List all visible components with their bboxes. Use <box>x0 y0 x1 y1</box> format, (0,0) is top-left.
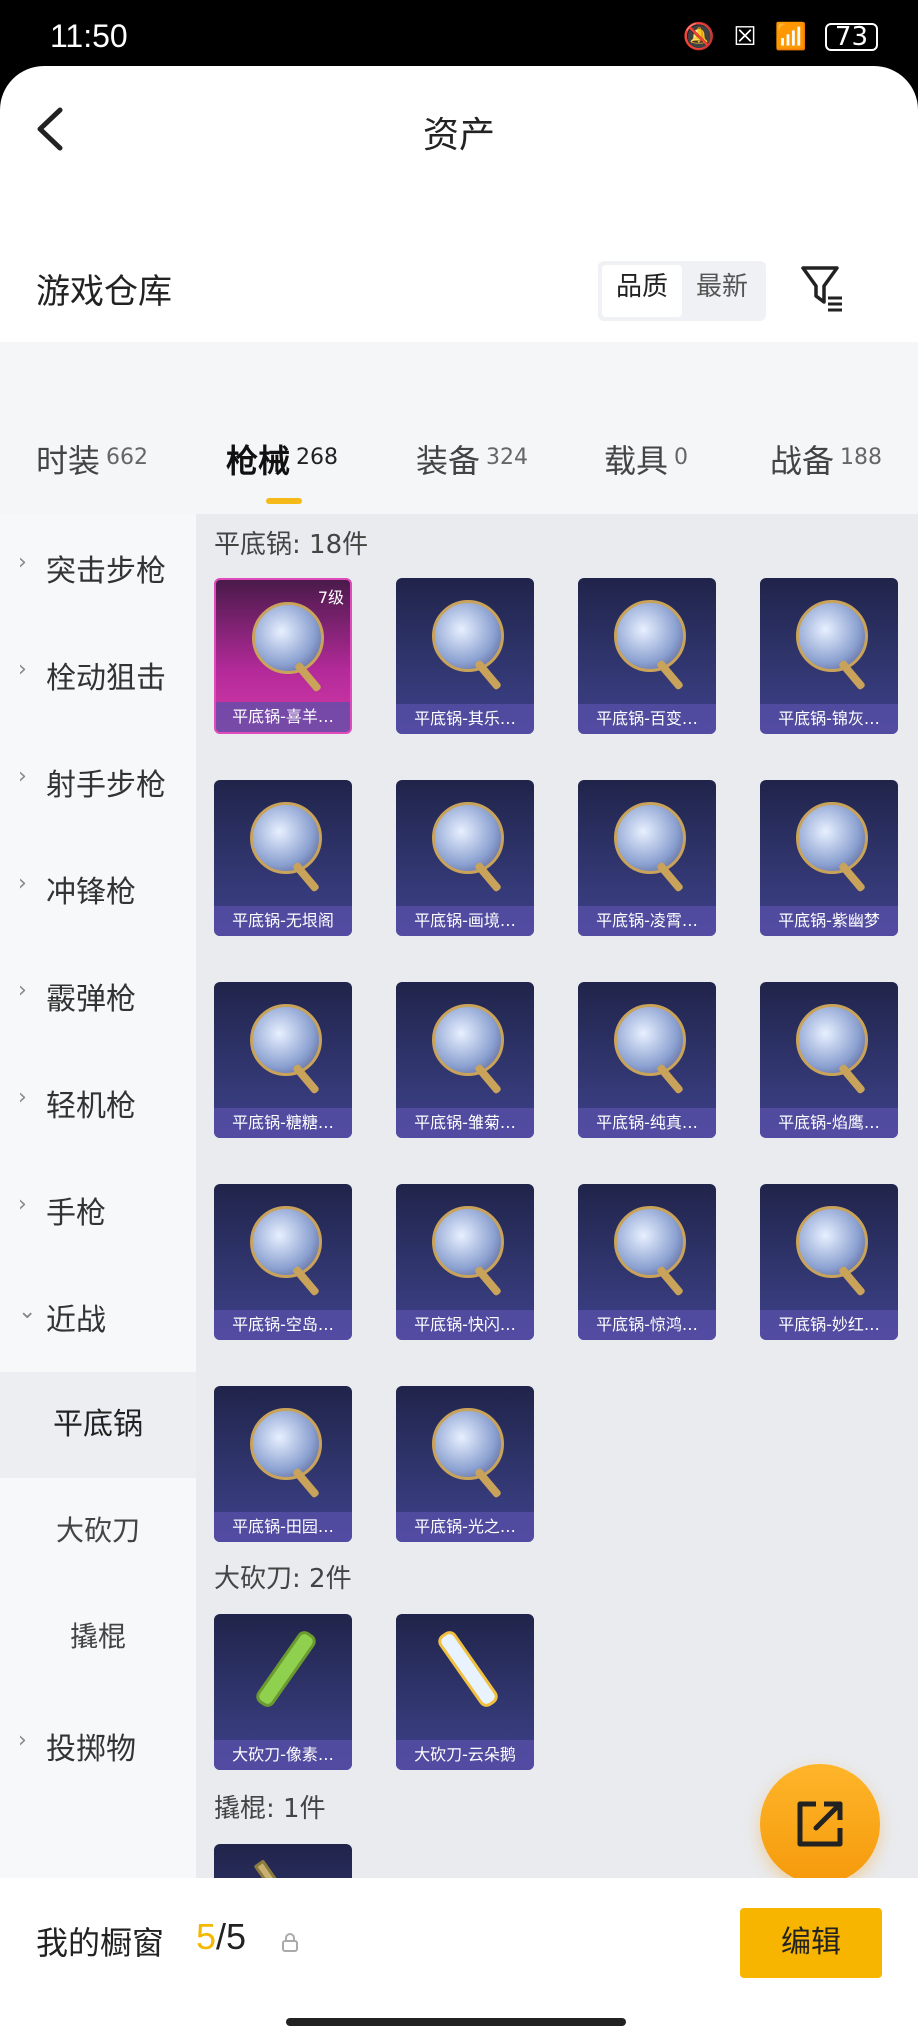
sidebar-item-assault-rifle[interactable]: › 突击步枪 <box>0 532 196 612</box>
mute-icon: 🔕 <box>682 22 716 52</box>
item-card[interactable]: 平底锅-纯真… <box>578 982 716 1138</box>
pan-icon <box>252 602 324 674</box>
showcase-label: 我的橱窗 <box>36 1924 165 1962</box>
machete-icon <box>435 1628 501 1710</box>
pan-icon <box>796 1004 868 1076</box>
pan-icon <box>614 1206 686 1278</box>
chevron-right-icon: › <box>18 550 27 575</box>
section-title-crowbar: 撬棍: 1件 <box>214 1794 326 1824</box>
sidebar-sub-crowbar[interactable]: 撬棍 <box>0 1584 196 1690</box>
sidebar-item-smg[interactable]: › 冲锋枪 <box>0 853 196 933</box>
sort-toggle: 品质 最新 <box>598 261 767 321</box>
sidebar-item-marksman-rifle[interactable]: › 射手步枪 <box>0 746 196 826</box>
chevron-down-icon: ⌄ <box>18 1299 37 1324</box>
pan-icon <box>432 1408 504 1480</box>
status-time: 11:50 <box>50 18 128 54</box>
item-card[interactable]: 大砍刀-云朵鹅 <box>396 1614 534 1770</box>
pan-icon <box>432 1004 504 1076</box>
pan-icon <box>250 1004 322 1076</box>
wifi-icon: 📶 <box>774 22 807 52</box>
item-card[interactable]: 平底锅-锦灰… <box>760 578 898 734</box>
item-card[interactable]: 7级 平底锅-喜羊… <box>214 578 352 734</box>
chevron-right-icon: › <box>18 871 27 896</box>
home-indicator[interactable] <box>286 2018 626 2026</box>
item-card[interactable]: 平底锅-凌霄… <box>578 780 716 936</box>
pan-icon <box>432 600 504 672</box>
tab-equipment[interactable]: 装备 324 <box>416 436 528 482</box>
chevron-right-icon: › <box>18 1192 27 1217</box>
item-grid: 平底锅: 18件 7级 平底锅-喜羊… 平底锅-其乐… 平底锅-百变… 平底锅-锦… <box>196 514 918 1944</box>
chevron-right-icon: › <box>18 657 27 682</box>
sidebar-item-shotgun[interactable]: › 霰弹枪 <box>0 960 196 1040</box>
pan-icon <box>250 1408 322 1480</box>
no-sim-icon: ☒ <box>733 22 757 52</box>
category-tabs: 时装 662 枪械 268 装备 324 载具 0 战备 188 <box>0 342 918 514</box>
sidebar-item-melee[interactable]: ⌄ 近战 <box>0 1281 196 1361</box>
showcase-bar: 我的橱窗 5/5 编辑 <box>0 1878 918 2040</box>
sidebar-item-bolt-sniper[interactable]: › 栓动狙击 <box>0 639 196 719</box>
pan-icon <box>614 600 686 672</box>
item-card[interactable]: 平底锅-焰鹰… <box>760 982 898 1138</box>
sidebar-sub-pan[interactable]: 平底锅 <box>0 1372 196 1478</box>
weapon-sidebar: › 突击步枪 › 栓动狙击 › 射手步枪 › 冲锋枪 › 霰弹枪 › 轻机枪 › 手枪 ⌄ 近战… <box>0 514 196 1944</box>
chevron-right-icon: › <box>18 1085 27 1110</box>
item-card[interactable]: 大砍刀-像素… <box>214 1614 352 1770</box>
active-tab-indicator <box>266 498 302 504</box>
machete-icon <box>253 1628 319 1710</box>
page-title: 资产 <box>422 115 495 156</box>
warehouse-title: 游戏仓库 <box>36 272 172 312</box>
pan-icon <box>796 600 868 672</box>
item-card[interactable]: 平底锅-光之… <box>396 1386 534 1542</box>
chevron-right-icon: › <box>18 1728 27 1753</box>
top-bar: 资产 <box>0 66 918 196</box>
section-title-machete: 大砍刀: 2件 <box>214 1564 352 1594</box>
tab-firearms[interactable]: 枪械 268 <box>226 436 338 482</box>
sidebar-item-pistol[interactable]: › 手枪 <box>0 1174 196 1254</box>
pan-icon <box>250 802 322 874</box>
item-card[interactable]: 平底锅-田园… <box>214 1386 352 1542</box>
item-card[interactable]: 平底锅-惊鸿… <box>578 1184 716 1340</box>
sidebar-item-lmg[interactable]: › 轻机枪 <box>0 1067 196 1147</box>
filter-icon[interactable] <box>800 262 844 312</box>
item-card[interactable]: 平底锅-空岛… <box>214 1184 352 1340</box>
app-window: 资产 游戏仓库 品质 最新 时装 662 枪械 268 装备 324 载具 0 战备 18… <box>0 66 918 2040</box>
battery-icon: 73 <box>824 23 878 51</box>
item-card[interactable]: 平底锅-糖糖… <box>214 982 352 1138</box>
item-card[interactable]: 平底锅-妙红… <box>760 1184 898 1340</box>
external-link-icon <box>797 1801 843 1847</box>
item-card[interactable]: 平底锅-快闪… <box>396 1184 534 1340</box>
pan-icon <box>614 1004 686 1076</box>
tab-vehicles[interactable]: 载具 0 <box>604 436 688 482</box>
section-title-pan: 平底锅: 18件 <box>214 530 369 560</box>
pan-icon <box>614 802 686 874</box>
pan-icon <box>432 1206 504 1278</box>
chevron-right-icon: › <box>18 764 27 789</box>
edit-button[interactable]: 编辑 <box>740 1908 882 1978</box>
tab-fashion[interactable]: 时装 662 <box>36 436 148 482</box>
sort-quality-button[interactable]: 品质 <box>602 265 683 317</box>
sort-newest-button[interactable]: 最新 <box>682 265 762 317</box>
pan-icon <box>250 1206 322 1278</box>
tab-tactical[interactable]: 战备 188 <box>770 436 882 482</box>
sidebar-sub-machete[interactable]: 大砍刀 <box>0 1478 196 1584</box>
showcase-count: 5/5 <box>196 1916 247 1957</box>
share-button[interactable] <box>760 1764 880 1884</box>
item-card[interactable]: 平底锅-紫幽梦 <box>760 780 898 936</box>
pan-icon <box>796 1206 868 1278</box>
status-bar: 11:50 🔕 ☒ 📶 73 <box>0 0 918 70</box>
sidebar-item-throwables[interactable]: › 投掷物 <box>0 1710 196 1790</box>
item-card[interactable]: 平底锅-百变… <box>578 578 716 734</box>
item-card[interactable]: 平底锅-画境… <box>396 780 534 936</box>
pan-icon <box>796 802 868 874</box>
chevron-right-icon: › <box>18 978 27 1003</box>
level-badge: 7级 <box>317 588 344 607</box>
item-card[interactable]: 平底锅-其乐… <box>396 578 534 734</box>
item-card[interactable]: 平底锅-无垠阁 <box>214 780 352 936</box>
pan-icon <box>432 802 504 874</box>
item-card[interactable]: 平底锅-雏菊… <box>396 982 534 1138</box>
lock-icon <box>282 1933 298 1952</box>
